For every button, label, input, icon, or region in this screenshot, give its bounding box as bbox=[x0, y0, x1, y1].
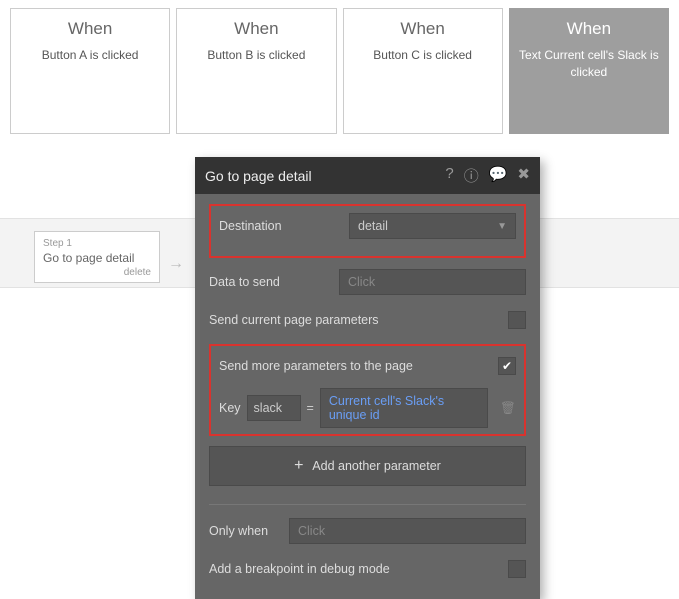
event-when-label: When bbox=[183, 19, 329, 39]
send-more-checkbox[interactable]: ✔ bbox=[498, 357, 516, 375]
trash-icon[interactable]: 🗑 bbox=[500, 401, 516, 416]
event-box-c[interactable]: When Button C is clicked bbox=[343, 8, 503, 134]
add-parameter-label: Add another parameter bbox=[312, 459, 441, 473]
step-title: Go to page detail bbox=[43, 251, 151, 265]
comment-icon[interactable]: 💬 bbox=[489, 165, 508, 186]
only-when-input[interactable]: Click bbox=[289, 518, 526, 544]
step-number: Step 1 bbox=[43, 238, 151, 249]
destination-value: detail bbox=[358, 219, 388, 233]
event-desc: Text Current cell's Slack is clicked bbox=[516, 47, 662, 81]
panel-title: Go to page detail bbox=[205, 168, 445, 184]
send-more-highlight: Send more parameters to the page ✔ Key s… bbox=[209, 344, 526, 436]
event-desc: Button C is clicked bbox=[350, 47, 496, 64]
data-to-send-input[interactable]: Click bbox=[339, 269, 526, 295]
event-desc: Button B is clicked bbox=[183, 47, 329, 64]
send-current-label: Send current page parameters bbox=[209, 313, 508, 327]
send-current-checkbox[interactable] bbox=[508, 311, 526, 329]
event-box-b[interactable]: When Button B is clicked bbox=[176, 8, 336, 134]
event-when-label: When bbox=[17, 19, 163, 39]
arrow-right-icon: → bbox=[168, 255, 184, 273]
event-box-a[interactable]: When Button A is clicked bbox=[10, 8, 170, 134]
chevron-down-icon: ▼ bbox=[497, 221, 507, 232]
step-card[interactable]: Step 1 Go to page detail delete bbox=[34, 231, 160, 283]
event-box-active[interactable]: When Text Current cell's Slack is clicke… bbox=[509, 8, 669, 134]
event-when-label: When bbox=[350, 19, 496, 39]
panel-header[interactable]: Go to page detail ? ⓘ 💬 ✖ bbox=[195, 157, 540, 194]
event-when-label: When bbox=[516, 19, 662, 39]
equals-sign: = bbox=[307, 401, 314, 415]
step-delete-link[interactable]: delete bbox=[43, 267, 151, 278]
plus-icon: + bbox=[294, 457, 303, 474]
divider bbox=[209, 504, 526, 505]
help-icon[interactable]: ? bbox=[445, 165, 453, 186]
event-box-row: When Button A is clicked When Button B i… bbox=[0, 0, 679, 134]
param-value-input[interactable]: Current cell's Slack's unique id bbox=[320, 388, 488, 428]
destination-highlight: Destination detail ▼ bbox=[209, 204, 526, 258]
destination-select[interactable]: detail ▼ bbox=[349, 213, 516, 239]
param-key-input[interactable]: slack bbox=[247, 395, 301, 421]
add-parameter-button[interactable]: + Add another parameter bbox=[209, 446, 526, 486]
info-icon[interactable]: ⓘ bbox=[464, 165, 479, 186]
send-more-label: Send more parameters to the page bbox=[219, 359, 498, 373]
destination-label: Destination bbox=[219, 219, 349, 233]
breakpoint-checkbox[interactable] bbox=[508, 560, 526, 578]
close-icon[interactable]: ✖ bbox=[517, 165, 530, 186]
breakpoint-label: Add a breakpoint in debug mode bbox=[209, 562, 508, 576]
property-panel: Go to page detail ? ⓘ 💬 ✖ Destination de… bbox=[195, 157, 540, 599]
event-desc: Button A is clicked bbox=[17, 47, 163, 64]
data-to-send-label: Data to send bbox=[209, 275, 339, 289]
only-when-label: Only when bbox=[209, 524, 289, 538]
key-label: Key bbox=[219, 401, 241, 415]
